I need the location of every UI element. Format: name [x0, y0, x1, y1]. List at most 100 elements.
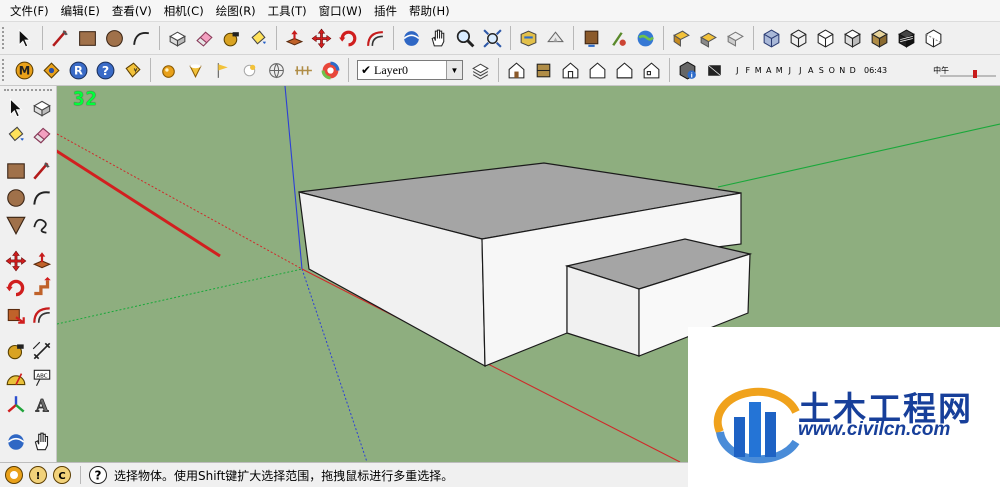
text-tool-button[interactable]: ABC — [29, 365, 54, 390]
layer-dropdown[interactable]: ✔ Layer0 ▼ — [357, 60, 463, 80]
flag-icon[interactable] — [210, 58, 235, 83]
polygon-tool-button[interactable] — [3, 212, 28, 237]
help-question-icon[interactable]: ? — [87, 465, 108, 486]
menu-edit[interactable]: 编辑(E) — [55, 3, 106, 19]
month-label: S — [818, 65, 824, 75]
menu-view[interactable]: 查看(V) — [106, 3, 158, 19]
copyright-icon[interactable]: C — [51, 465, 72, 486]
rectangle-tool-button[interactable] — [3, 158, 28, 183]
menu-help[interactable]: 帮助(H) — [403, 3, 456, 19]
axes-tool-button[interactable] — [3, 392, 28, 417]
help-question-icon[interactable]: ? — [93, 58, 118, 83]
freehand-tool-button[interactable] — [29, 212, 54, 237]
monochrome-style-button[interactable] — [894, 26, 919, 51]
globe-grid-icon[interactable] — [264, 58, 289, 83]
offset-tool-button[interactable] — [29, 302, 54, 327]
geolocation-icon[interactable] — [3, 465, 24, 486]
circle-tool-button[interactable] — [3, 185, 28, 210]
shadow-settings-button[interactable]: i — [675, 58, 700, 83]
eraser-tool-button[interactable] — [29, 122, 54, 147]
push-pull-button[interactable] — [29, 248, 54, 273]
protractor-tool-button[interactable] — [3, 365, 28, 390]
top-view-button[interactable] — [531, 58, 556, 83]
pan-tool-button[interactable] — [426, 26, 451, 51]
push-pull-button[interactable] — [282, 26, 307, 51]
line-tool-button[interactable] — [29, 158, 54, 183]
tool-palette: ABC A — [0, 86, 57, 462]
blob-icon[interactable] — [237, 58, 262, 83]
rotate-tool-button[interactable] — [3, 275, 28, 300]
credits-icon[interactable]: ! — [27, 465, 48, 486]
tape-measure-button[interactable] — [3, 338, 28, 363]
xray-style-button[interactable] — [759, 26, 784, 51]
orbit-tool-button[interactable] — [399, 26, 424, 51]
menu-camera[interactable]: 相机(C) — [158, 3, 210, 19]
photo-textures-button[interactable] — [606, 26, 631, 51]
share-component-button[interactable] — [579, 26, 604, 51]
menu-plugins[interactable]: 插件 — [368, 3, 403, 19]
toolbar-grip[interactable] — [2, 27, 8, 49]
make-component-button[interactable] — [165, 26, 190, 51]
orbit-tool-button[interactable] — [3, 429, 28, 454]
iso-view-button[interactable] — [504, 58, 529, 83]
share-model-button[interactable] — [543, 26, 568, 51]
rotate-tool-button[interactable] — [336, 26, 361, 51]
paint-bucket-button[interactable] — [246, 26, 271, 51]
google-earth-button[interactable] — [633, 26, 658, 51]
back-edges-button[interactable] — [921, 26, 946, 51]
outliner-button[interactable] — [723, 26, 748, 51]
cone-icon[interactable] — [183, 58, 208, 83]
shaded-textures-button[interactable] — [867, 26, 892, 51]
move-tool-button[interactable] — [3, 248, 28, 273]
plugin-tag-icon[interactable] — [39, 58, 64, 83]
paint-bucket-button[interactable] — [3, 122, 28, 147]
hidden-line-style-button[interactable] — [813, 26, 838, 51]
tape-measure-button[interactable] — [219, 26, 244, 51]
section-plane-button[interactable] — [669, 26, 694, 51]
offset-tool-button[interactable] — [363, 26, 388, 51]
toolbar-grip[interactable] — [2, 59, 8, 81]
shadow-month-scale[interactable]: J F M A M J J A S O N D — [732, 66, 858, 75]
rectangle-tool-button[interactable] — [75, 26, 100, 51]
arc-tool-button[interactable] — [129, 26, 154, 51]
menu-window[interactable]: 窗口(W) — [313, 3, 368, 19]
wireframe-style-button[interactable] — [786, 26, 811, 51]
move-tool-button[interactable] — [309, 26, 334, 51]
dimension-tool-button[interactable] — [29, 338, 54, 363]
arc-tool-button[interactable] — [29, 185, 54, 210]
scale-tool-button[interactable] — [3, 302, 28, 327]
get-models-button[interactable] — [516, 26, 541, 51]
select-tool-button[interactable] — [12, 26, 37, 51]
circle-tool-button[interactable] — [102, 26, 127, 51]
follow-me-button[interactable] — [29, 275, 54, 300]
chevron-down-icon[interactable]: ▼ — [446, 61, 462, 79]
plugin-r-icon[interactable]: R — [66, 58, 91, 83]
time-slider-thumb[interactable] — [973, 70, 977, 78]
fence-icon[interactable] — [291, 58, 316, 83]
sphere-icon[interactable] — [156, 58, 181, 83]
menu-file[interactable]: 文件(F) — [4, 3, 55, 19]
layer-manager-button[interactable] — [468, 58, 493, 83]
zoom-extents-button[interactable] — [480, 26, 505, 51]
3d-text-tool-button[interactable]: A — [29, 392, 54, 417]
plugin-m-icon[interactable]: M — [12, 58, 37, 83]
make-component-button[interactable] — [29, 95, 54, 120]
front-view-button[interactable] — [558, 58, 583, 83]
time-slider[interactable] — [940, 70, 996, 78]
menu-tools[interactable]: 工具(T) — [262, 3, 313, 19]
menu-draw[interactable]: 绘图(R) — [210, 3, 262, 19]
select-tool-button[interactable] — [3, 95, 28, 120]
component-options-button[interactable] — [696, 26, 721, 51]
zoom-tool-button[interactable] — [453, 26, 478, 51]
display-shadows-button[interactable] — [702, 58, 727, 83]
swirl-icon[interactable] — [318, 58, 343, 83]
eraser-tool-button[interactable] — [192, 26, 217, 51]
right-view-button[interactable] — [585, 58, 610, 83]
month-label: O — [828, 65, 835, 75]
pan-tool-button[interactable] — [29, 429, 54, 454]
plugin-label-icon[interactable]: ¥ — [120, 58, 145, 83]
back-view-button[interactable] — [612, 58, 637, 83]
shaded-style-button[interactable] — [840, 26, 865, 51]
line-tool-button[interactable] — [48, 26, 73, 51]
left-view-button[interactable] — [639, 58, 664, 83]
